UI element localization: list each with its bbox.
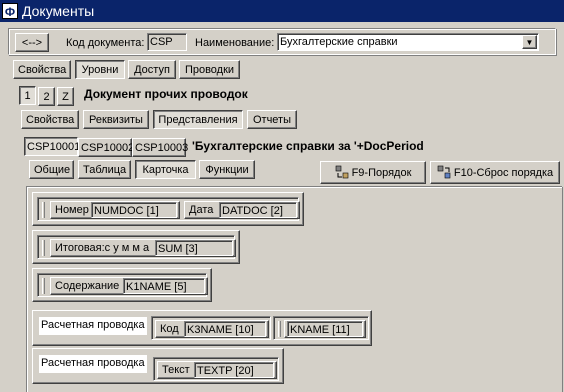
row-label: Расчетная проводка [39, 317, 147, 335]
field-caption: Содержание [55, 280, 120, 292]
card-row-1-inner: Номер NUMDOC [1] Дата DATDOC [2] [37, 197, 300, 221]
view-title: 'Бухгалтерские справки за '+DocPeriod [192, 139, 424, 153]
tab-properties[interactable]: Свойства [13, 60, 71, 79]
reset-sort-icon [437, 165, 451, 179]
tab-view-csp10001[interactable]: CSP10001 [24, 137, 80, 156]
card-row-2-inner: Итоговая:с у м м а SUM [3] [37, 235, 236, 259]
sort-icon [335, 165, 349, 179]
field-value: K1NAME [5] [123, 278, 205, 294]
tab-access[interactable]: Доступ [128, 60, 176, 79]
drag-handle[interactable] [42, 202, 45, 218]
field-caption: Текст [162, 364, 190, 376]
tab-card-functions[interactable]: Функции [199, 160, 255, 179]
tab-view-csp10002[interactable]: CSP10002 [78, 138, 134, 157]
tab-postings[interactable]: Проводки [179, 60, 240, 79]
name-select-value: Бухгалтерские справки [280, 36, 398, 48]
tab-level-2[interactable]: 2 [38, 87, 55, 106]
tab-view-csp10003[interactable]: CSP10003 [132, 138, 188, 157]
field-number[interactable]: Номер NUMDOC [1] [50, 201, 180, 219]
tab-sub-requisites[interactable]: Реквизиты [83, 110, 149, 129]
field-content[interactable]: Содержание K1NAME [5] [50, 277, 208, 295]
field-value: K3NAME [10] [184, 321, 266, 337]
tab-levels[interactable]: Уровни [75, 60, 125, 79]
row-label: Расчетная проводка [39, 355, 147, 373]
level-title: Документ прочих проводок [84, 87, 248, 101]
tab-card-general[interactable]: Общие [29, 160, 74, 179]
name-label: Наименование: [195, 37, 275, 49]
card-row-4: Расчетная проводка Код K3NAME [10] KNAME… [32, 310, 372, 346]
field-kname[interactable]: KNAME [11] [284, 320, 366, 338]
title-bar[interactable]: Ф Документы [0, 0, 564, 22]
drag-handle[interactable] [278, 321, 281, 337]
field-text[interactable]: Текст TEXTP [20] [157, 361, 277, 379]
card-row-5-inner: Текст TEXTP [20] [153, 357, 279, 381]
reset-order-button[interactable]: F10-Сброс порядка [430, 161, 560, 184]
tab-card-card[interactable]: Карточка [135, 160, 196, 179]
card-row-4-inner: Код K3NAME [10] [151, 316, 271, 340]
field-value: KNAME [11] [287, 321, 363, 337]
field-caption: Итоговая:с у м м а [55, 242, 150, 254]
order-button-label: F9-Порядок [351, 167, 412, 179]
tab-card-table[interactable]: Таблица [78, 160, 131, 179]
field-caption: Код [160, 323, 179, 335]
field-value: TEXTP [20] [194, 362, 274, 378]
field-date[interactable]: Дата DATDOC [2] [184, 201, 300, 219]
card-row-3-inner: Содержание K1NAME [5] [37, 273, 208, 297]
field-code[interactable]: Код K3NAME [10] [155, 320, 269, 338]
tab-sub-properties[interactable]: Свойства [21, 110, 79, 129]
window-title: Документы [22, 3, 95, 19]
field-value: DATDOC [2] [219, 202, 297, 218]
card-row-1: Номер NUMDOC [1] Дата DATDOC [2] [32, 192, 304, 226]
tab-sub-views[interactable]: Представления [153, 110, 243, 129]
card-row-3: Содержание K1NAME [5] [32, 268, 212, 302]
field-caption: Дата [189, 204, 214, 216]
card-row-5: Расчетная проводка Текст TEXTP [20] [32, 348, 284, 384]
code-field[interactable]: CSP [147, 33, 187, 51]
card-row-4-inner-2: KNAME [11] [273, 316, 369, 340]
chevron-down-icon[interactable]: ▼ [522, 35, 537, 49]
field-value: SUM [3] [155, 240, 233, 256]
order-button[interactable]: F9-Порядок [320, 161, 426, 184]
tab-level-1[interactable]: 1 [19, 86, 36, 105]
name-select[interactable]: Бухгалтерские справки ▼ [277, 33, 539, 51]
reset-order-button-label: F10-Сброс порядка [453, 167, 554, 179]
app-icon[interactable]: Ф [2, 3, 18, 19]
field-value: NUMDOC [1] [91, 202, 177, 218]
card-row-2: Итоговая:с у м м а SUM [3] [32, 230, 240, 264]
field-total-sum[interactable]: Итоговая:с у м м а SUM [3] [50, 239, 236, 257]
tab-level-z[interactable]: Z [57, 87, 74, 106]
code-label: Код документа: [66, 37, 145, 49]
tab-sub-reports[interactable]: Отчеты [247, 110, 297, 129]
drag-handle[interactable] [42, 240, 45, 256]
drag-handle[interactable] [42, 278, 45, 294]
arrow-button[interactable]: <--> [15, 33, 49, 52]
field-caption: Номер [55, 204, 89, 216]
